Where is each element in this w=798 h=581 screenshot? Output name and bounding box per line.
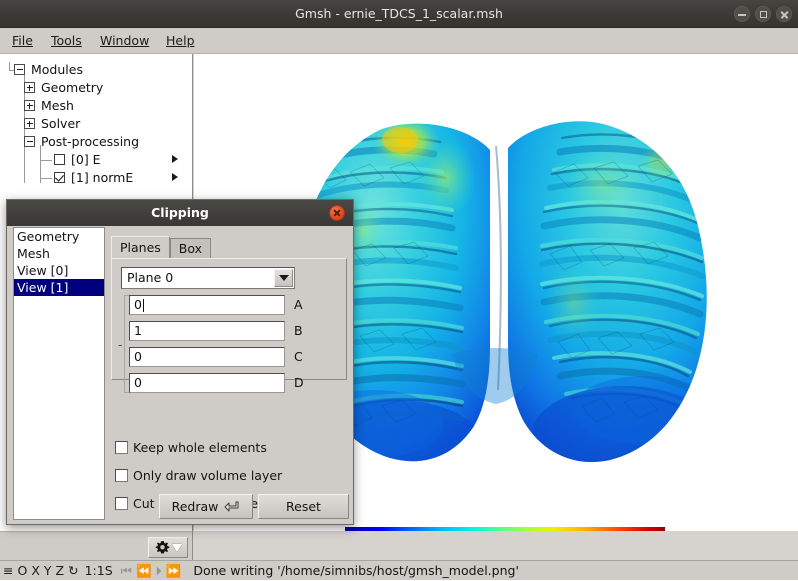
minimize-button[interactable] bbox=[734, 6, 750, 22]
tree-item-label: Geometry bbox=[41, 80, 104, 95]
gear-icon bbox=[155, 541, 169, 554]
view-y-button[interactable]: Y bbox=[44, 561, 52, 581]
plane-coefficient-d[interactable]: 0 bbox=[129, 373, 285, 393]
list-item[interactable]: Mesh bbox=[14, 245, 104, 262]
menu-help[interactable]: Help bbox=[158, 28, 203, 54]
dialog-titlebar: Clipping bbox=[7, 200, 353, 226]
window-titlebar: Gmsh - ernie_TDCS_1_scalar.msh bbox=[0, 0, 798, 28]
expander-plus-icon[interactable] bbox=[24, 100, 35, 111]
playback-next-icon[interactable]: ⏩ bbox=[166, 561, 182, 581]
checkbox-label: Only draw volume layer bbox=[133, 468, 283, 483]
tree-item-label: Post-processing bbox=[41, 134, 140, 149]
tree-item-label: Mesh bbox=[41, 98, 74, 113]
tree-item-label: Modules bbox=[31, 62, 83, 77]
tree-item-label: [0] E bbox=[71, 152, 101, 167]
label-d: D bbox=[294, 375, 304, 390]
list-item[interactable]: View [1] bbox=[14, 279, 104, 296]
expander-plus-icon[interactable] bbox=[24, 118, 35, 129]
menu-window[interactable]: Window bbox=[92, 28, 157, 54]
label-a: A bbox=[294, 297, 303, 312]
clipping-tabs: Planes Box bbox=[111, 236, 212, 259]
label-c: C bbox=[294, 349, 303, 364]
status-message: Done writing '/home/simnibs/host/gmsh_mo… bbox=[193, 563, 519, 578]
window-title: Gmsh - ernie_TDCS_1_scalar.msh bbox=[295, 6, 503, 21]
view-checkbox[interactable] bbox=[54, 172, 65, 183]
field-value: 0 bbox=[134, 375, 142, 390]
plane-select-value: Plane 0 bbox=[127, 270, 174, 285]
list-item[interactable]: View [0] bbox=[14, 262, 104, 279]
checkbox-box[interactable] bbox=[115, 469, 128, 482]
view-ortho-button[interactable]: O bbox=[17, 561, 27, 581]
chevron-right-icon[interactable] bbox=[172, 155, 178, 163]
reset-label: Reset bbox=[286, 499, 321, 514]
plane-select[interactable]: Plane 0 bbox=[121, 267, 295, 289]
left-toolstrip bbox=[0, 531, 193, 560]
planes-pane: Plane 0 - 0 A 1 B 0 C 0 D bbox=[111, 258, 347, 393]
scale-ratio-label[interactable]: 1:1S bbox=[85, 561, 113, 581]
clipping-dialog: Clipping Geometry Mesh View [0] View [1]… bbox=[6, 199, 354, 525]
chevron-right-icon[interactable] bbox=[172, 173, 178, 181]
playback-play-icon[interactable]: ⏵ bbox=[156, 561, 162, 581]
view-checkbox[interactable] bbox=[54, 154, 65, 165]
tree-item-label: Solver bbox=[41, 116, 81, 131]
checkbox-box[interactable] bbox=[115, 441, 128, 454]
window-controls bbox=[734, 6, 792, 22]
menubar: File Tools Window Help bbox=[0, 28, 798, 54]
return-arrow-icon bbox=[224, 501, 239, 511]
group-dash: - bbox=[118, 337, 123, 352]
colorbar bbox=[345, 527, 665, 531]
tree-item-label: [1] normE bbox=[71, 170, 134, 185]
clipping-target-list[interactable]: Geometry Mesh View [0] View [1] bbox=[13, 227, 105, 520]
playback-first-icon[interactable]: ⏮ bbox=[121, 561, 132, 581]
plane-coefficient-a[interactable]: 0 bbox=[129, 295, 285, 315]
expander-minus-icon[interactable] bbox=[24, 136, 35, 147]
plane-coefficient-b[interactable]: 1 bbox=[129, 321, 285, 341]
expander-plus-icon[interactable] bbox=[24, 82, 35, 93]
checkbox-box[interactable] bbox=[115, 497, 128, 510]
statusbar: ≡ O X Y Z ↻ 1:1S ⏮ ⏪ ⏵ ⏩ Done writing '/… bbox=[0, 560, 798, 580]
field-value: 1 bbox=[134, 323, 142, 338]
redraw-label: Redraw bbox=[171, 499, 219, 514]
checkbox-label: Keep whole elements bbox=[133, 440, 267, 455]
dialog-close-icon[interactable] bbox=[329, 205, 345, 221]
reset-button[interactable]: Reset bbox=[258, 494, 349, 519]
playback-prev-icon[interactable]: ⏪ bbox=[136, 561, 152, 581]
tab-planes[interactable]: Planes bbox=[111, 236, 170, 259]
chevron-down-icon[interactable] bbox=[171, 543, 182, 552]
maximize-button[interactable] bbox=[755, 6, 771, 22]
view-z-button[interactable]: Z bbox=[56, 561, 65, 581]
plane-coefficient-c[interactable]: 0 bbox=[129, 347, 285, 367]
label-b: B bbox=[294, 323, 303, 338]
tree-connector bbox=[40, 160, 52, 161]
list-item[interactable]: Geometry bbox=[14, 228, 104, 245]
redraw-button[interactable]: Redraw bbox=[159, 494, 253, 519]
menu-hamburger-icon[interactable]: ≡ bbox=[3, 561, 13, 581]
gmsh-application-window: Gmsh - ernie_TDCS_1_scalar.msh File Tool… bbox=[0, 0, 798, 580]
tree-connector bbox=[40, 178, 52, 179]
view-x-button[interactable]: X bbox=[31, 561, 40, 581]
close-icon[interactable] bbox=[776, 6, 792, 22]
clipping-body: Planes Box Plane 0 - 0 A 1 B 0 C 0 D Kee… bbox=[107, 229, 349, 519]
menu-file[interactable]: File bbox=[4, 28, 41, 54]
expander-minus-icon[interactable] bbox=[14, 64, 25, 75]
text-caret bbox=[143, 299, 144, 312]
gear-menu-button[interactable] bbox=[148, 537, 188, 558]
field-value: 0 bbox=[134, 349, 142, 364]
chevron-down-icon[interactable] bbox=[274, 269, 293, 287]
rotate-icon[interactable]: ↻ bbox=[68, 561, 78, 581]
menu-tools[interactable]: Tools bbox=[43, 28, 90, 54]
field-value: 0 bbox=[134, 297, 142, 312]
dialog-title: Clipping bbox=[151, 205, 209, 220]
tab-box[interactable]: Box bbox=[169, 238, 212, 259]
